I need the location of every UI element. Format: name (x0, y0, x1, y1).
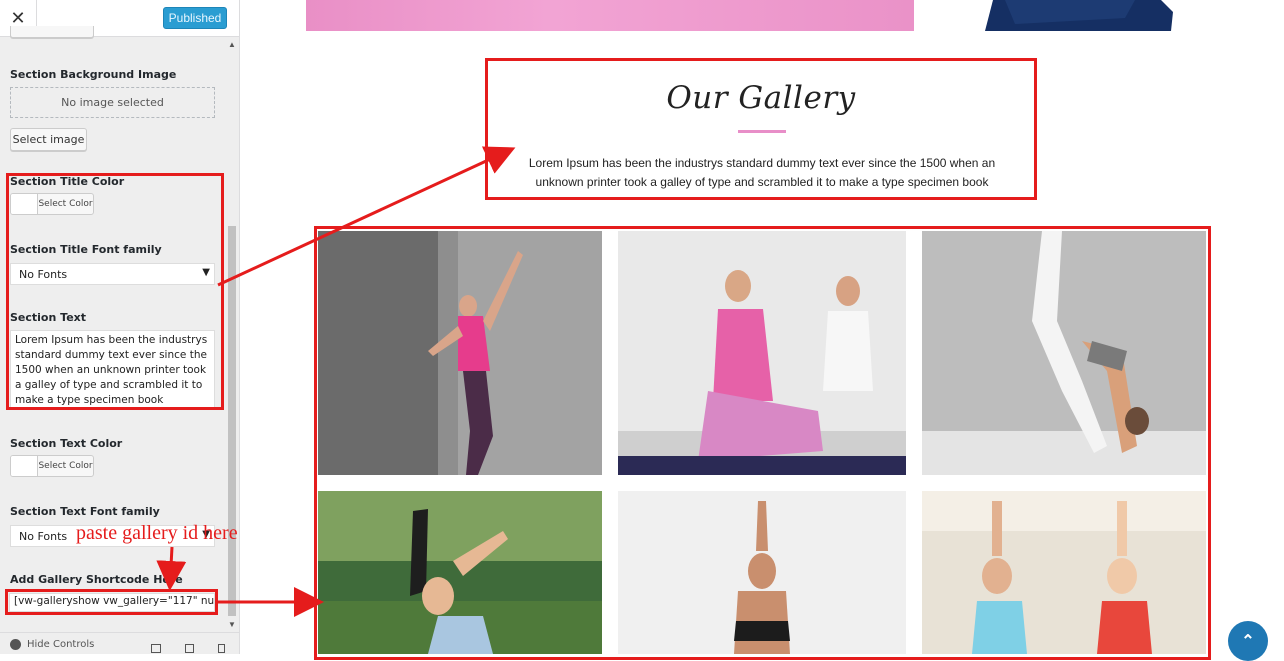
text-color-label: Section Text Color (10, 437, 123, 450)
scroll-up-icon[interactable]: ▲ (228, 40, 236, 49)
double-chevron-up-icon: ⌃ (1241, 633, 1255, 650)
annotation-box-shortcode (5, 589, 218, 615)
scrollbar-thumb[interactable] (228, 226, 236, 616)
image-placeholder: No image selected (10, 87, 215, 118)
annotation-box-gallery (314, 226, 1211, 660)
bg-image-label: Section Background Image (10, 68, 177, 81)
previous-control-button[interactable] (10, 26, 94, 38)
desktop-icon[interactable] (151, 644, 161, 653)
tablet-icon[interactable] (185, 644, 194, 653)
text-font-label: Section Text Font family (10, 505, 160, 518)
mobile-icon[interactable] (218, 644, 225, 653)
select-color-label: Select Color (38, 461, 93, 471)
scroll-down-icon[interactable]: ▼ (228, 620, 236, 629)
collapse-icon (10, 639, 21, 650)
text-color-picker[interactable]: Select Color (10, 455, 94, 477)
hide-controls-button[interactable]: Hide Controls (10, 639, 94, 650)
color-swatch (11, 456, 38, 476)
annotation-box-left (6, 173, 224, 410)
scroll-to-top-button[interactable]: ⌃ (1228, 621, 1268, 661)
select-image-button[interactable]: Select image (10, 128, 87, 151)
hide-controls-label: Hide Controls (27, 639, 95, 650)
annotation-box-title (485, 58, 1037, 200)
annotation-note: paste gallery id here (76, 522, 238, 544)
banner-image (306, 0, 914, 31)
banner-side-image (985, 0, 1173, 31)
publish-button[interactable]: Published (163, 7, 227, 29)
text-font-value: No Fonts (19, 529, 68, 543)
shortcode-label: Add Gallery Shortcode Here (10, 573, 183, 586)
